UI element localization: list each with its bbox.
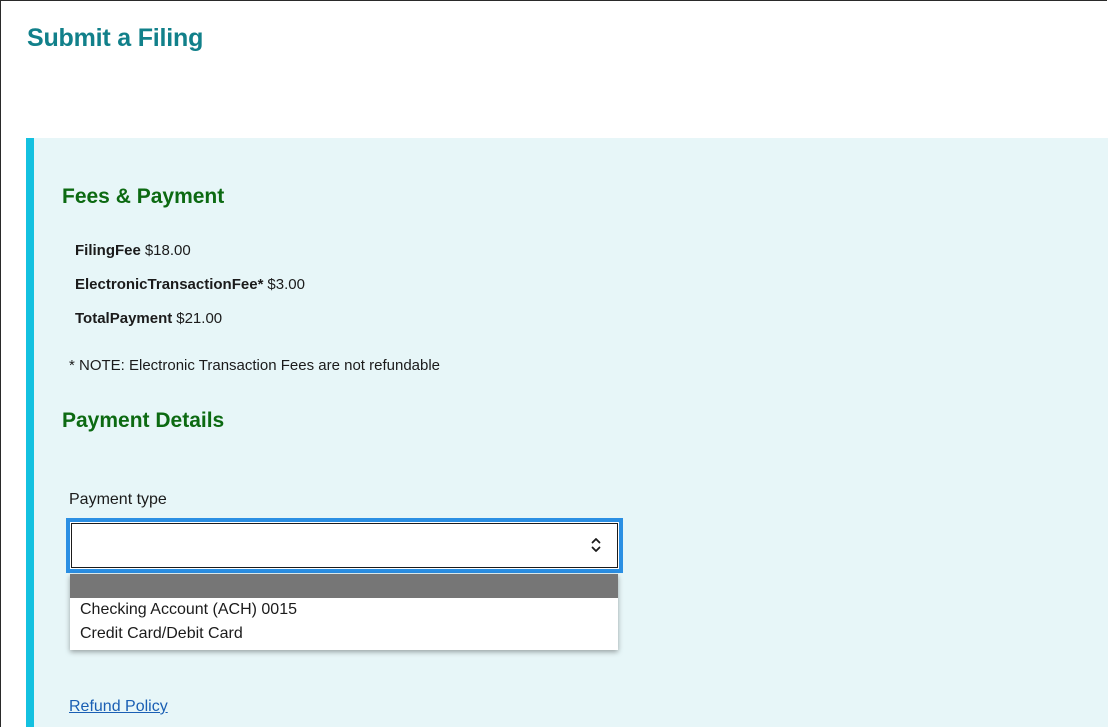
chevron-up-down-icon — [591, 538, 601, 552]
payment-type-options: Checking Account (ACH) 0015 Credit Card/… — [70, 574, 618, 650]
payment-type-select-inner — [71, 523, 618, 568]
page-title: Submit a Filing — [27, 24, 204, 52]
payment-option-blank[interactable] — [70, 574, 618, 598]
total-payment-row: TotalPayment $21.00 — [75, 310, 222, 327]
payment-type-label: Payment type — [69, 491, 167, 508]
filing-fee-row: FilingFee $18.00 — [75, 242, 191, 259]
refund-policy-link[interactable]: Refund Policy — [69, 698, 168, 716]
electronic-transaction-fee-row: ElectronicTransactionFee* $3.00 — [75, 276, 305, 293]
electronic-transaction-fee-value: $3.00 — [267, 276, 305, 293]
payment-option-checking[interactable]: Checking Account (ACH) 0015 — [70, 598, 618, 622]
refund-note: * NOTE: Electronic Transaction Fees are … — [69, 357, 441, 374]
payment-option-credit-card[interactable]: Credit Card/Debit Card — [70, 622, 618, 646]
electronic-transaction-fee-label: ElectronicTransactionFee* — [75, 276, 264, 293]
total-payment-label: TotalPayment — [75, 310, 173, 327]
payment-type-select[interactable] — [66, 518, 623, 573]
payment-details-heading: Payment Details — [62, 409, 225, 432]
filing-fee-value: $18.00 — [144, 242, 191, 259]
fees-heading: Fees & Payment — [62, 185, 225, 208]
filing-fee-label: FilingFee — [75, 242, 141, 259]
total-payment-value: $21.00 — [176, 310, 223, 327]
